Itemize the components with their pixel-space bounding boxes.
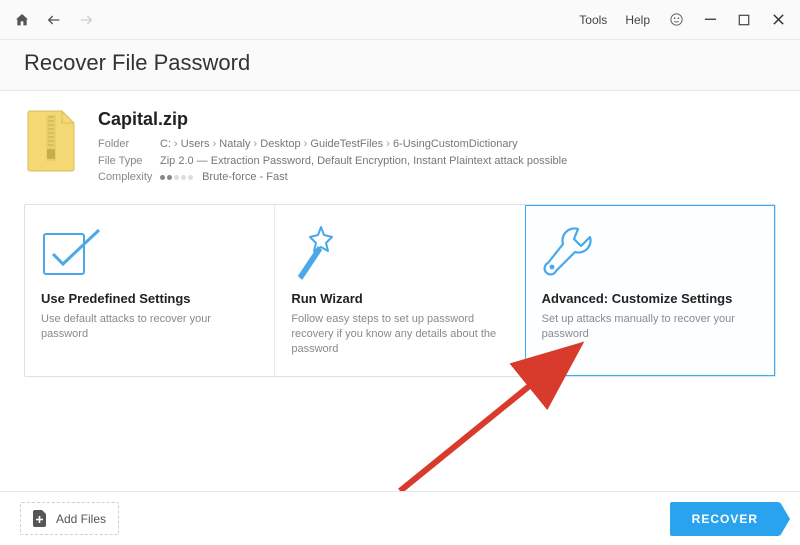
card-predefined-title: Use Predefined Settings: [41, 291, 258, 306]
file-name: Capital.zip: [98, 109, 567, 130]
add-files-label: Add Files: [56, 512, 106, 526]
file-type-label: File Type: [98, 153, 160, 170]
file-info: Capital.zip Folder C:UsersNatalyDesktopG…: [98, 109, 567, 186]
folder-label: Folder: [98, 136, 160, 153]
toolbar: Tools Help: [0, 0, 800, 40]
folder-breadcrumb: C:UsersNatalyDesktopGuideTestFiles6-Usin…: [160, 136, 518, 153]
card-advanced[interactable]: Advanced: Customize Settings Set up atta…: [525, 205, 775, 376]
menu-help[interactable]: Help: [625, 13, 650, 27]
home-icon[interactable]: [14, 12, 30, 28]
option-cards: Use Predefined Settings Use default atta…: [24, 204, 776, 377]
close-icon[interactable]: [770, 12, 786, 28]
feedback-icon[interactable]: [668, 12, 684, 28]
nav-group: [14, 12, 94, 28]
zip-file-icon: [24, 109, 80, 173]
complexity-label: Complexity: [98, 169, 160, 186]
footer: Add Files RECOVER: [0, 491, 800, 545]
add-files-button[interactable]: Add Files: [20, 502, 119, 535]
complexity-dots: [160, 175, 193, 180]
card-wizard[interactable]: Run Wizard Follow easy steps to set up p…: [274, 205, 524, 376]
card-predefined-desc: Use default attacks to recover your pass…: [41, 312, 258, 343]
complexity-value: Brute-force - Fast: [160, 169, 288, 186]
menu-tools[interactable]: Tools: [579, 13, 607, 27]
wrench-icon: [542, 219, 759, 285]
checkmark-icon: [41, 219, 258, 285]
wand-icon: [291, 219, 508, 285]
file-type-value: Zip 2.0 — Extraction Password, Default E…: [160, 153, 567, 170]
file-summary: Capital.zip Folder C:UsersNatalyDesktopG…: [24, 109, 776, 186]
card-wizard-title: Run Wizard: [291, 291, 508, 306]
card-predefined[interactable]: Use Predefined Settings Use default atta…: [25, 205, 274, 376]
page-title: Recover File Password: [0, 40, 800, 91]
minimize-icon[interactable]: [702, 12, 718, 28]
card-advanced-desc: Set up attacks manually to recover your …: [542, 312, 759, 343]
card-wizard-desc: Follow easy steps to set up password rec…: [291, 312, 508, 358]
recover-button[interactable]: RECOVER: [670, 502, 780, 536]
maximize-icon[interactable]: [736, 12, 752, 28]
add-file-icon: [33, 510, 48, 527]
complexity-text: Brute-force - Fast: [202, 171, 288, 183]
back-icon[interactable]: [46, 12, 62, 28]
card-advanced-title: Advanced: Customize Settings: [542, 291, 759, 306]
forward-icon: [78, 12, 94, 28]
menu-group: Tools Help: [579, 12, 786, 28]
